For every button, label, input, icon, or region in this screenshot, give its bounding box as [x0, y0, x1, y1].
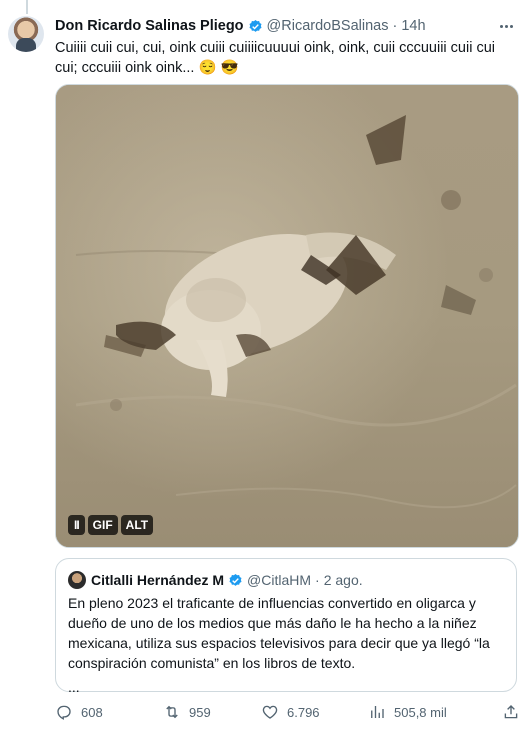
share-icon: [504, 705, 518, 719]
author-name[interactable]: Don Ricardo Salinas Pliego: [55, 18, 244, 34]
retweet-icon: [166, 705, 178, 719]
alt-badge[interactable]: ALT: [120, 515, 154, 535]
pause-button[interactable]: II: [68, 515, 85, 535]
like-icon: [262, 705, 278, 719]
author-handle[interactable]: @RicardoBSalinas: [267, 18, 389, 34]
gif-frame: [56, 85, 518, 547]
quote-header: Citlalli Hernández M @CitlaHM · 2 ago.: [68, 571, 363, 589]
timestamp[interactable]: 14h: [401, 18, 425, 34]
quote-avatar: [68, 571, 86, 589]
reply-count: 608: [81, 704, 103, 720]
quote-author-name: Citlalli Hernández M: [91, 572, 225, 588]
quote-ellipsis: ...: [68, 679, 80, 695]
quote-text: En pleno 2023 el traficante de influenci…: [68, 593, 504, 697]
verified-icon: [249, 19, 262, 32]
separator: ·: [315, 572, 320, 588]
like-button[interactable]: 6.796: [261, 703, 368, 721]
action-bar: 608 959 6.796 505,8 mil: [55, 702, 520, 722]
gif-badge: GIF: [87, 515, 118, 535]
gif-media[interactable]: II GIF ALT: [55, 84, 519, 548]
views-button[interactable]: 505,8 mil: [368, 703, 496, 721]
views-icon: [371, 706, 384, 718]
more-icon[interactable]: [496, 16, 516, 36]
quoted-tweet[interactable]: Citlalli Hernández M @CitlaHM · 2 ago. E…: [55, 558, 517, 695]
quote-author-handle: @CitlaHM: [247, 572, 312, 588]
tweet-header: Don Ricardo Salinas Pliego @RicardoBSali…: [55, 16, 516, 36]
tweet-text: Cuiiii cuii cui, cui, oink cuiii cuiiiic…: [55, 40, 496, 76]
thread-line: [26, 0, 28, 14]
verified-icon: [229, 573, 242, 586]
quote-body: En pleno 2023 el traficante de influenci…: [68, 595, 490, 671]
avatar[interactable]: [8, 16, 44, 52]
share-button[interactable]: [502, 703, 520, 721]
media-tags: II GIF ALT: [68, 515, 154, 535]
quote-timestamp: 2 ago.: [323, 572, 363, 588]
retweet-count: 959: [189, 704, 211, 720]
reply-icon: [57, 705, 71, 720]
views-count: 505,8 mil: [394, 704, 447, 720]
separator: ·: [392, 18, 398, 34]
reply-button[interactable]: 608: [55, 703, 163, 721]
retweet-button[interactable]: 959: [163, 703, 261, 721]
like-count: 6.796: [287, 704, 320, 720]
